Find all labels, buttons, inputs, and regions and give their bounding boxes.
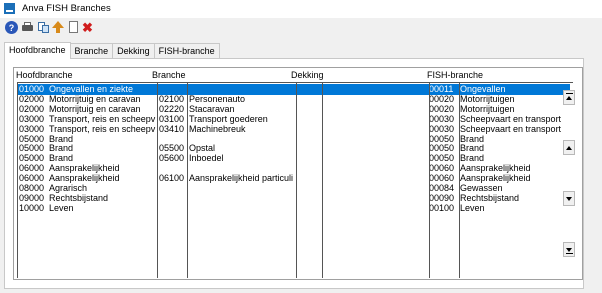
cell-hb-code: 10000 xyxy=(19,202,45,213)
header-dekking[interactable]: Dekking xyxy=(291,70,324,80)
print-icon[interactable] xyxy=(21,21,34,34)
grid-scrollbar[interactable] xyxy=(563,90,576,268)
column-divider xyxy=(187,82,188,278)
header-hoofdbranche[interactable]: Hoofdbranche xyxy=(16,70,73,80)
cell-fish-code: 00100 xyxy=(429,202,455,213)
app-icon xyxy=(4,3,15,14)
toolbar: ? ✖ xyxy=(0,18,602,38)
cell-fish-name: Leven xyxy=(460,202,485,213)
header-branche[interactable]: Branche xyxy=(152,70,186,80)
tab-strip: Hoofdbranche Branche Dekking FISH-branch… xyxy=(4,42,220,59)
tab-branche[interactable]: Branche xyxy=(69,43,114,58)
copy-icon[interactable] xyxy=(37,21,50,34)
cell-hb-name: Leven xyxy=(49,202,74,213)
delete-icon[interactable]: ✖ xyxy=(81,20,94,35)
column-divider xyxy=(322,82,323,278)
header-fish-branche[interactable]: FISH-branche xyxy=(427,70,483,80)
tab-hoofdbranche[interactable]: Hoofdbranche xyxy=(4,42,71,59)
column-divider xyxy=(429,82,430,278)
grid-body: 01000 Ongevallen en ziekte 00011 Ongevallen… xyxy=(17,82,573,278)
tab-dekking[interactable]: Dekking xyxy=(112,43,155,58)
scroll-bottom-button[interactable] xyxy=(563,242,575,257)
scroll-top-button[interactable] xyxy=(563,90,575,105)
help-icon[interactable]: ? xyxy=(5,21,18,34)
tab-panel: Hoofdbranche Branche Dekking FISH-branch… xyxy=(4,58,584,289)
tab-fish-branche[interactable]: FISH-branche xyxy=(153,43,220,58)
branches-grid: Hoofdbranche Branche Dekking FISH-branch… xyxy=(13,67,583,280)
scroll-down-button[interactable] xyxy=(563,191,575,206)
window-title: Anva FISH Branches xyxy=(22,3,111,14)
table-row[interactable]: 10000 Leven 00100 Leven xyxy=(18,203,570,214)
up-icon[interactable] xyxy=(52,21,65,34)
content-area: Hoofdbranche Branche Dekking FISH-branch… xyxy=(0,38,602,293)
new-document-icon[interactable] xyxy=(67,21,80,34)
title-bar: Anva FISH Branches xyxy=(0,0,602,18)
column-divider xyxy=(296,82,297,278)
scroll-up-button[interactable] xyxy=(563,140,575,155)
column-divider xyxy=(157,82,158,278)
column-divider xyxy=(459,82,460,278)
